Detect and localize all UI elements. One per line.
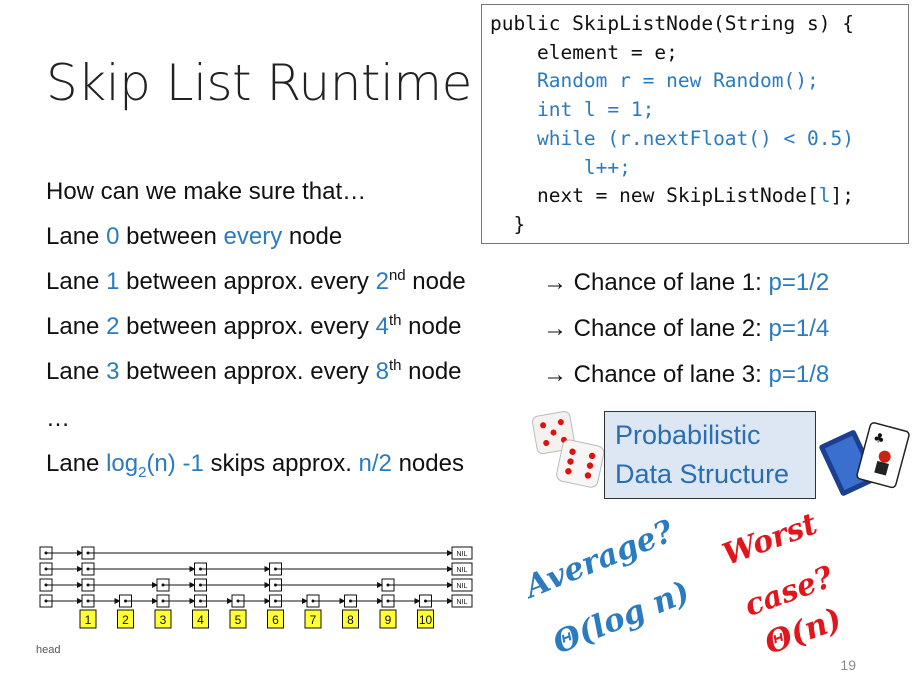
cards-icon: ♣ bbox=[817, 422, 910, 496]
code-line-8: } bbox=[513, 212, 526, 236]
node-key-label: 6 bbox=[272, 613, 279, 627]
worst-label: Worst bbox=[718, 506, 822, 573]
node-key-label: 8 bbox=[347, 613, 354, 627]
code-line-1: public SkipListNode(String s) { bbox=[490, 12, 854, 35]
node-key-label: 3 bbox=[160, 613, 167, 627]
nil-label: NIL bbox=[457, 599, 468, 606]
nil-label: NIL bbox=[457, 567, 468, 574]
node-key-label: 4 bbox=[197, 613, 204, 627]
code-line-2: element = e; bbox=[536, 40, 678, 64]
code-line-5: while (r.nextFloat() < 0.5) bbox=[536, 126, 854, 150]
skip-list-structure: 1 2 3 4 5 6 7 8 9 10 NIL NIL NIL NIL bbox=[39, 546, 473, 629]
node-key-label: 5 bbox=[235, 613, 242, 627]
slide-title: Skip List Runtime bbox=[46, 54, 472, 112]
code-line-4: int l = 1; bbox=[536, 98, 655, 122]
node-key-label: 9 bbox=[385, 613, 392, 627]
node-key-label: 1 bbox=[85, 613, 92, 627]
page-number: 19 bbox=[840, 657, 856, 673]
node-key-label: 10 bbox=[419, 613, 433, 627]
last-lane-text: Lane log2(n) -1 skips approx. n/2 nodes bbox=[46, 450, 464, 481]
code-line-7: next = new SkipListNode[l]; bbox=[536, 184, 854, 208]
chance-lane-1: → Chance of lane 1: p=1/2 bbox=[543, 269, 830, 296]
code-line-6: l++; bbox=[583, 155, 631, 179]
chance-lane-3: → Chance of lane 3: p=1/8 bbox=[543, 361, 830, 388]
ellipsis-text: … bbox=[46, 405, 70, 432]
lane-2-text: Lane 2 between approx. every 4th node bbox=[46, 312, 462, 340]
lane-3-text: Lane 3 between approx. every 8th node bbox=[46, 357, 462, 385]
nil-label: NIL bbox=[457, 583, 468, 590]
lane-1-text: Lane 1 between approx. every 2nd node bbox=[46, 267, 466, 295]
lane-0-text: Lane 0 between every node bbox=[46, 223, 343, 250]
node-key-label: 7 bbox=[310, 613, 317, 627]
question-text: How can we make sure that… bbox=[46, 178, 367, 205]
code-line-3: Random r = new Random(); bbox=[536, 69, 819, 93]
probabilistic-box: Probabilistic Data Structure bbox=[604, 411, 816, 499]
prob-line-2: Data Structure bbox=[615, 459, 790, 489]
head-label: head bbox=[36, 644, 60, 656]
skip-list-diagram: 1 2 3 4 5 6 7 8 9 10 NIL NIL NIL NIL head bbox=[36, 546, 473, 656]
dice-icon bbox=[531, 411, 605, 488]
chance-lane-2: → Chance of lane 2: p=1/4 bbox=[543, 315, 830, 342]
node-key-label: 2 bbox=[122, 613, 129, 627]
nil-label: NIL bbox=[457, 551, 468, 558]
code-block: public SkipListNode(String s) { element … bbox=[481, 4, 909, 244]
prob-line-1: Probabilistic bbox=[615, 420, 761, 450]
